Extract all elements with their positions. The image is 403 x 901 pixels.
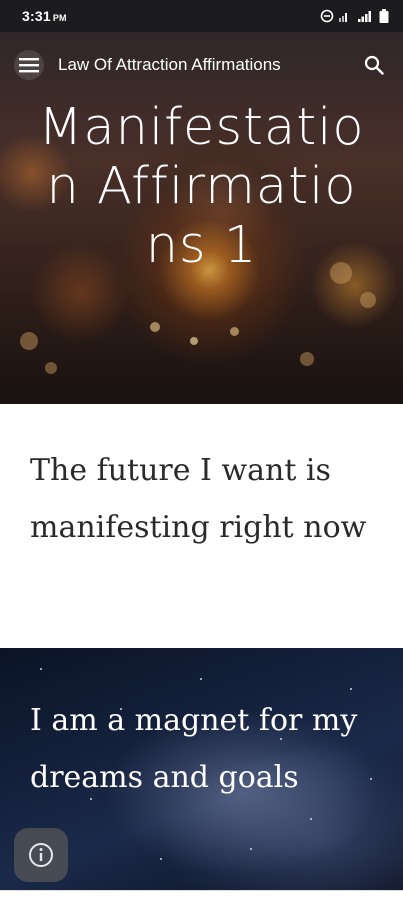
hamburger-menu-icon [19, 58, 39, 73]
app-bar: Law Of Attraction Affirmations [0, 32, 403, 98]
affirmation-section-1: The future I want is manifesting right n… [0, 404, 403, 648]
search-icon [364, 55, 384, 75]
status-bar: 3:31 PM [0, 0, 403, 32]
info-icon [29, 843, 53, 867]
info-button[interactable] [14, 828, 68, 882]
status-time: 3:31 PM [22, 8, 67, 24]
status-icons [320, 9, 389, 23]
menu-button[interactable] [14, 50, 44, 80]
status-time-value: 3:31 [22, 8, 51, 24]
bottom-edge [0, 890, 403, 901]
affirmation-text-1: The future I want is manifesting right n… [30, 453, 367, 545]
wifi-signal-icon [339, 13, 347, 22]
do-not-disturb-icon [320, 9, 334, 23]
page-title: Manifestation Affirmations 1 [38, 98, 365, 275]
status-ampm: PM [52, 13, 67, 23]
cell-signal-icon [358, 11, 371, 22]
affirmation-text-2: I am a magnet for my dreams and goals [30, 703, 358, 795]
search-button[interactable] [359, 50, 389, 80]
app-title: Law Of Attraction Affirmations [58, 55, 281, 74]
battery-icon [379, 9, 389, 23]
